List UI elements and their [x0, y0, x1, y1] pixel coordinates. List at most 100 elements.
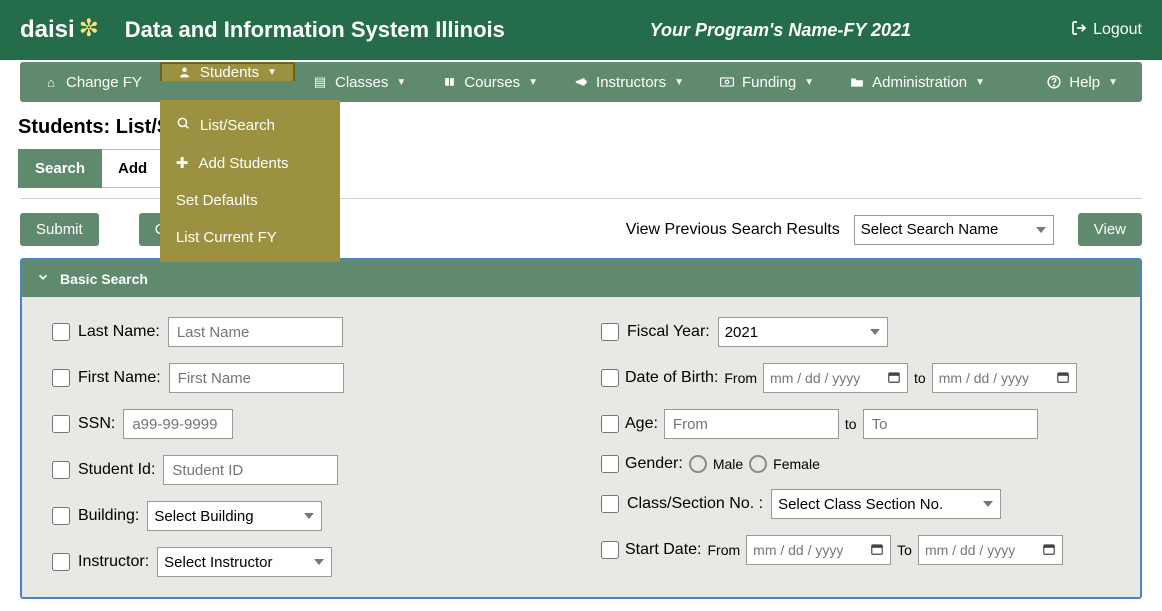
- ssn-input[interactable]: [123, 409, 233, 439]
- nav-label: Students: [200, 64, 259, 81]
- field-dob: Date of Birth: From mm / dd / yyyy to mm…: [601, 363, 1110, 393]
- panel-body: Last Name: First Name: SSN: Student Id:: [22, 297, 1140, 597]
- logout-button[interactable]: Logout: [1071, 20, 1142, 41]
- field-instructor: Instructor: Select Instructor: [52, 547, 561, 577]
- last-name-input[interactable]: [168, 317, 343, 347]
- nav-courses[interactable]: Courses ▼: [424, 62, 556, 102]
- building-select[interactable]: Select Building: [147, 501, 322, 531]
- checkbox-start-date[interactable]: [601, 541, 619, 559]
- from-label: From: [707, 542, 740, 558]
- checkbox-gender[interactable]: [601, 455, 619, 473]
- students-dropdown: List/Search ✚ Add Students Set Defaults …: [160, 100, 340, 262]
- basic-search-panel: Basic Search Last Name: First Name: SSN:: [20, 258, 1142, 599]
- field-building: Building: Select Building: [52, 501, 561, 531]
- field-label: SSN:: [78, 415, 115, 433]
- checkbox-first-name[interactable]: [52, 369, 70, 387]
- field-first-name: First Name:: [52, 363, 561, 393]
- checkbox-ssn[interactable]: [52, 415, 70, 433]
- logout-label: Logout: [1093, 21, 1142, 39]
- field-label: Student Id:: [78, 461, 155, 479]
- date-placeholder: mm / dd / yyyy: [753, 542, 843, 558]
- fiscal-year-select[interactable]: 2021: [718, 317, 888, 347]
- checkbox-instructor[interactable]: [52, 553, 70, 571]
- nav-label: Classes: [335, 74, 388, 91]
- calendar-icon: [1042, 542, 1056, 559]
- radio-female[interactable]: [749, 455, 767, 473]
- nav-students[interactable]: Students ▼: [160, 62, 295, 81]
- person-icon: [178, 66, 192, 80]
- nav-funding[interactable]: Funding ▼: [702, 62, 832, 102]
- submit-button[interactable]: Submit: [20, 213, 99, 246]
- plus-icon: ✚: [176, 154, 189, 172]
- dropdown-list-search[interactable]: List/Search: [160, 106, 340, 144]
- field-start-date: Start Date: From mm / dd / yyyy To mm / …: [601, 535, 1110, 565]
- date-placeholder: mm / dd / yyyy: [770, 370, 860, 386]
- header-program-name: Your Program's Name-FY 2021: [650, 20, 911, 41]
- nav-administration[interactable]: Administration ▼: [832, 62, 1003, 102]
- logout-icon: [1071, 20, 1087, 41]
- main-nav: ⌂ Change FY Students ▼ List/Search ✚ Add…: [20, 62, 1142, 102]
- start-date-to-input[interactable]: mm / dd / yyyy: [918, 535, 1063, 565]
- view-button[interactable]: View: [1078, 213, 1142, 246]
- app-header: daisi Data and Information System Illino…: [0, 0, 1162, 60]
- nav-label: Administration: [872, 74, 967, 91]
- start-date-from-input[interactable]: mm / dd / yyyy: [746, 535, 891, 565]
- dropdown-label: Add Students: [198, 155, 288, 172]
- checkbox-fiscal-year[interactable]: [601, 323, 619, 341]
- dropdown-add-students[interactable]: ✚ Add Students: [160, 144, 340, 182]
- age-from-input[interactable]: [664, 409, 839, 439]
- calendar-icon: [1056, 370, 1070, 387]
- checkbox-student-id[interactable]: [52, 461, 70, 479]
- checkbox-dob[interactable]: [601, 369, 619, 387]
- instructor-select[interactable]: Select Instructor: [157, 547, 332, 577]
- field-label: Gender:: [625, 455, 683, 473]
- chevron-down-icon: ▼: [267, 67, 277, 78]
- field-class-section: Class/Section No. : Select Class Section…: [601, 489, 1110, 519]
- nav-change-fy[interactable]: ⌂ Change FY: [26, 62, 160, 102]
- nav-label: Funding: [742, 74, 796, 91]
- dropdown-set-defaults[interactable]: Set Defaults: [160, 182, 340, 219]
- student-id-input[interactable]: [163, 455, 338, 485]
- nav-help[interactable]: Help ▼: [1029, 62, 1136, 102]
- checkbox-last-name[interactable]: [52, 323, 70, 341]
- checkbox-class-section[interactable]: [601, 495, 619, 513]
- radio-label: Male: [713, 456, 743, 472]
- dob-to-input[interactable]: mm / dd / yyyy: [932, 363, 1077, 393]
- chevron-down-icon: [36, 270, 50, 287]
- panel-toggle[interactable]: Basic Search: [22, 260, 1140, 297]
- tab-search[interactable]: Search: [18, 149, 102, 188]
- checkbox-age[interactable]: [601, 415, 619, 433]
- nav-label: Instructors: [596, 74, 666, 91]
- bullhorn-icon: [574, 75, 588, 89]
- panel-title: Basic Search: [60, 271, 148, 287]
- select-search-name[interactable]: Select Search Name: [854, 215, 1054, 245]
- list-icon: ▤: [313, 75, 327, 89]
- dropdown-list-current-fy[interactable]: List Current FY: [160, 219, 340, 256]
- field-ssn: SSN:: [52, 409, 561, 439]
- daisy-icon: [79, 17, 105, 43]
- tab-add[interactable]: Add: [102, 149, 164, 188]
- field-student-id: Student Id:: [52, 455, 561, 485]
- class-section-select[interactable]: Select Class Section No.: [771, 489, 1001, 519]
- col-left: Last Name: First Name: SSN: Student Id:: [52, 317, 561, 577]
- from-label: From: [724, 370, 757, 386]
- dob-from-input[interactable]: mm / dd / yyyy: [763, 363, 908, 393]
- nav-classes[interactable]: ▤ Classes ▼: [295, 62, 424, 102]
- checkbox-building[interactable]: [52, 507, 70, 525]
- radio-male[interactable]: [689, 455, 707, 473]
- field-gender: Gender: Male Female: [601, 455, 1110, 473]
- logo-text-left: daisi: [20, 16, 75, 44]
- chevron-down-icon: ▼: [674, 77, 684, 88]
- field-label: Start Date:: [625, 541, 701, 559]
- age-to-input[interactable]: [863, 409, 1038, 439]
- nav-label: Courses: [464, 74, 520, 91]
- field-label: Class/Section No. :: [627, 495, 763, 513]
- to-label: To: [897, 542, 912, 558]
- nav-label: Change FY: [66, 74, 142, 91]
- nav-instructors[interactable]: Instructors ▼: [556, 62, 702, 102]
- first-name-input[interactable]: [169, 363, 344, 393]
- field-label: Instructor:: [78, 553, 149, 571]
- nav-label: Help: [1069, 74, 1100, 91]
- field-label: Building:: [78, 507, 139, 525]
- radio-label: Female: [773, 456, 820, 472]
